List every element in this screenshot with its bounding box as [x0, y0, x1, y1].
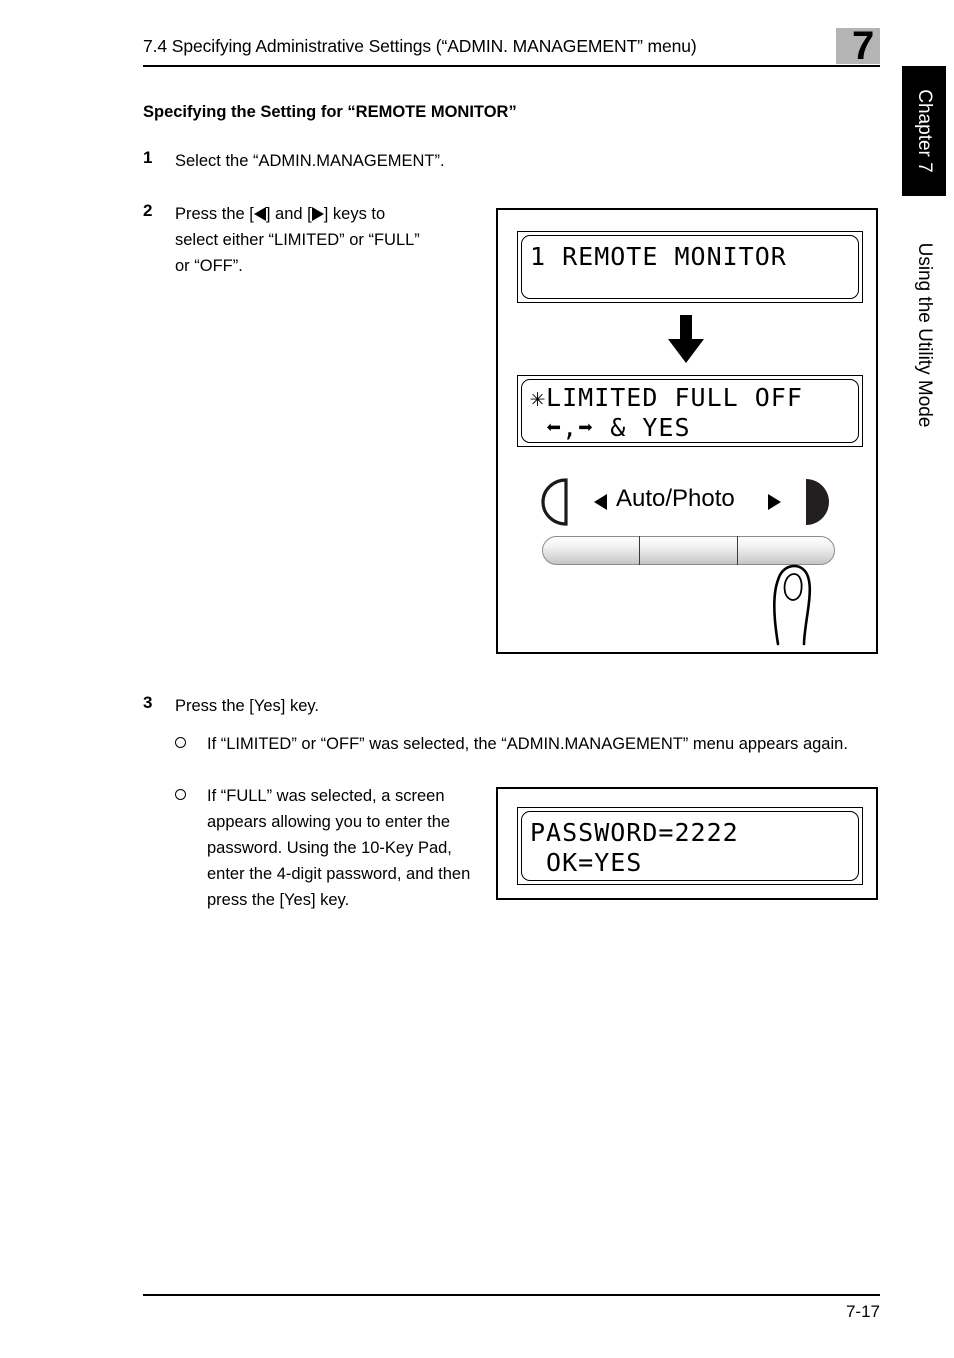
bullet-circle-icon — [175, 789, 186, 800]
lcd-screen-options-text: ✳LIMITED FULL OFF ⬅,➡ & YES — [521, 379, 859, 443]
step-2-line2: select either “LIMITED” or “FULL” — [175, 231, 420, 249]
lcd-options-line1: ✳LIMITED FULL OFF — [530, 383, 803, 412]
side-tab-chapter: Chapter 7 — [902, 66, 946, 196]
page-header-title: 7.4 Specifying Administrative Settings (… — [143, 36, 697, 56]
half-circle-filled-icon — [806, 479, 829, 525]
pressing-finger-icon — [772, 564, 812, 646]
header-divider — [143, 65, 880, 67]
lcd-password-line2: OK=YES — [530, 848, 643, 877]
section-heading: Specifying the Setting for “REMOTE MONIT… — [143, 103, 517, 121]
step-2-line3: or “OFF”. — [175, 257, 243, 275]
lcd-screen-password: PASSWORD=2222 OK=YES — [517, 807, 863, 885]
bullet-item-full-text: If “FULL” was selected, a screen appears… — [207, 787, 471, 909]
step-2-number: 2 — [143, 201, 153, 220]
lcd-screen-menu-text: 1 REMOTE MONITOR — [521, 235, 859, 299]
password-screen-illustration: PASSWORD=2222 OK=YES — [496, 787, 878, 900]
half-circle-outline-icon — [541, 478, 568, 526]
step-1-number: 1 — [143, 148, 153, 167]
lcd-screen-options: ✳LIMITED FULL OFF ⬅,➡ & YES — [517, 375, 863, 447]
side-tab-section: Using the Utility Mode — [902, 210, 946, 460]
bullet-item-limited-off: If “LIMITED” or “OFF” was selected, the … — [175, 731, 880, 757]
panel-button-divider-1 — [639, 536, 641, 565]
panel-left-arrow-icon — [594, 494, 607, 510]
chapter-number: 7 — [852, 24, 874, 68]
bullet-item-full: If “FULL” was selected, a screen appears… — [175, 783, 480, 913]
footer-divider — [143, 1294, 880, 1296]
step-2-text-part2: ] and [ — [265, 205, 312, 223]
step-2-text: Press the [ ] and [ ] keys to select eithe… — [175, 201, 505, 279]
lcd-menu-line1: 1 REMOTE MONITOR — [530, 242, 787, 271]
step-2-text-part1: Press the [ — [175, 205, 254, 223]
panel-right-arrow-icon — [768, 494, 781, 510]
panel-button-divider-2 — [737, 536, 739, 565]
side-tab-chapter-label: Chapter 7 — [914, 89, 935, 173]
side-tab-section-label: Using the Utility Mode — [914, 242, 935, 428]
lcd-screen-password-text: PASSWORD=2222 OK=YES — [521, 811, 859, 881]
step-2-text-part3: ] keys to — [323, 205, 386, 223]
step-3-number: 3 — [143, 693, 153, 712]
bullet-circle-icon — [175, 737, 186, 748]
lcd-screen-menu: 1 REMOTE MONITOR — [517, 231, 863, 303]
flow-down-arrow-icon — [668, 315, 704, 363]
lcd-password-line1: PASSWORD=2222 — [530, 818, 739, 847]
left-arrow-key-icon — [253, 207, 266, 221]
panel-mode-label: Auto/Photo — [616, 485, 735, 512]
page-number: 7-17 — [845, 1302, 880, 1321]
step-1-text: Select the “ADMIN.MANAGEMENT”. — [175, 152, 445, 170]
right-arrow-key-icon — [311, 207, 324, 221]
step-3-text: Press the [Yes] key. — [175, 697, 319, 715]
bullet-item-limited-off-text: If “LIMITED” or “OFF” was selected, the … — [207, 735, 848, 753]
lcd-options-line2: ⬅,➡ & YES — [530, 413, 691, 442]
